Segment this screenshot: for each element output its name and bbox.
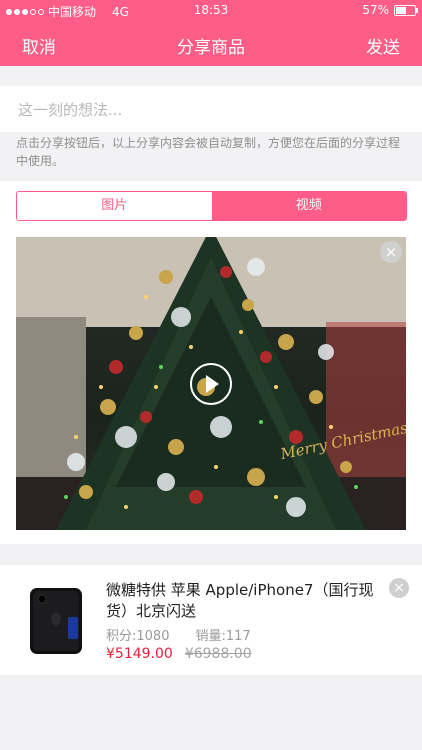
product-points: 积分:1080 xyxy=(106,629,170,644)
product-price: ¥5149.00 xyxy=(106,646,173,662)
product-image xyxy=(30,588,82,654)
send-button[interactable]: 发送 xyxy=(366,33,400,58)
page-title: 分享商品 xyxy=(177,38,245,58)
thought-input[interactable] xyxy=(16,96,410,124)
media-tab-switch: 图片 视频 xyxy=(16,191,407,221)
battery-percent: 57% xyxy=(362,3,389,17)
product-meta: 积分:1080 销量:117 xyxy=(106,625,251,644)
battery-icon xyxy=(394,4,418,16)
media-section: 图片 视频 Merry Christmas xyxy=(0,181,422,544)
product-card[interactable]: 微糖特供 苹果 Apple/iPhone7（国行现货）北京闪送 积分:1080 … xyxy=(0,565,422,675)
status-bar: 中国移动 4G 18:53 57% xyxy=(0,0,422,22)
thought-input-container xyxy=(0,86,422,132)
tab-image[interactable]: 图片 xyxy=(17,192,212,220)
nav-bar: 取消 分享商品 发送 xyxy=(0,22,422,66)
battery-level xyxy=(396,6,407,14)
close-icon[interactable]: × xyxy=(380,241,402,263)
product-price-row: ¥5149.00 ¥6988.00 xyxy=(106,646,252,662)
tab-video[interactable]: 视频 xyxy=(211,192,406,220)
share-hint: 点击分享按钮后，以上分享内容会被自动复制，方便您在后面的分享过程中使用。 xyxy=(16,136,401,168)
status-right: 57% xyxy=(362,3,418,17)
product-sales: 销量:117 xyxy=(195,629,251,644)
product-name: 微糖特供 苹果 Apple/iPhone7（国行现货）北京闪送 xyxy=(106,581,374,620)
clock: 18:53 xyxy=(193,3,229,17)
play-icon[interactable] xyxy=(190,363,232,405)
remove-product-icon[interactable]: × xyxy=(389,578,409,598)
product-original-price: ¥6988.00 xyxy=(184,646,252,662)
video-preview[interactable]: Merry Christmas xyxy=(16,237,406,530)
